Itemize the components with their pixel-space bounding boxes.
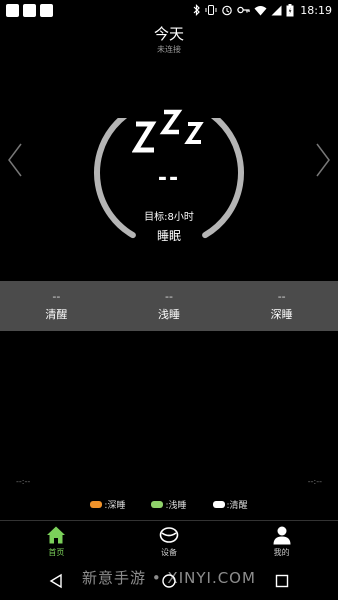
tab-device[interactable]: 设备 — [113, 521, 226, 562]
notification-icon — [40, 3, 53, 17]
wifi-icon — [254, 5, 267, 15]
back-icon[interactable] — [48, 573, 64, 589]
stat-label: 浅睡 — [158, 308, 180, 321]
notification-icons — [6, 3, 53, 17]
page-title[interactable]: 今天 — [0, 24, 338, 44]
stat-value: -- — [165, 290, 173, 303]
tab-home[interactable]: 首页 — [0, 521, 113, 562]
profile-icon — [273, 526, 291, 545]
legend-label: :深睡 — [104, 501, 126, 511]
notification-icon — [23, 3, 36, 17]
sleep-stats-band: -- 清醒 -- 浅睡 -- 深睡 — [0, 281, 338, 331]
stat-label: 深睡 — [270, 308, 293, 321]
cellular-icon — [271, 5, 282, 15]
sleep-zzz-icon — [132, 109, 204, 153]
sleep-target: 目标:8小时 — [144, 212, 194, 223]
stat-value: -- — [277, 290, 286, 303]
stat-value: -- — [52, 290, 61, 303]
legend-label: :清醒 — [226, 501, 248, 511]
tab-profile[interactable]: 我的 — [225, 521, 338, 562]
legend-deep-sleep: :深睡 — [90, 498, 125, 511]
bluetooth-icon — [193, 4, 201, 16]
legend-label: :浅睡 — [165, 501, 187, 511]
key-icon — [237, 6, 250, 14]
home-circle-icon[interactable] — [161, 573, 177, 589]
stat-deep-sleep: -- 深睡 — [225, 281, 338, 331]
clock: 18:19 — [300, 3, 332, 17]
sleep-label: 睡眠 — [156, 229, 181, 243]
connection-status: 未连接 — [157, 45, 181, 54]
stat-awake: -- 清醒 — [0, 281, 113, 331]
recents-icon[interactable] — [274, 573, 290, 589]
tab-label: 我的 — [273, 548, 290, 557]
tab-label: 设备 — [161, 548, 177, 557]
page-header: 今天 未连接 — [0, 24, 338, 56]
tab-label: 首页 — [48, 548, 65, 557]
notification-icon — [6, 3, 19, 17]
legend-swatch — [151, 501, 164, 508]
sleep-duration-value: -- — [157, 166, 181, 191]
sleep-legend: :深睡 :浅睡 :清醒 — [0, 498, 338, 511]
device-icon — [159, 527, 179, 543]
battery-icon — [286, 3, 294, 16]
legend-light-sleep: :浅睡 — [151, 498, 187, 511]
system-nav-bar — [0, 562, 338, 600]
status-bar: 18:19 — [0, 0, 338, 20]
legend-swatch — [212, 501, 225, 508]
legend-swatch — [90, 501, 103, 508]
chart-end-time: --:-- — [307, 477, 322, 486]
vibrate-icon — [205, 5, 217, 15]
chart-start-time: --:-- — [16, 477, 31, 486]
stat-light-sleep: -- 浅睡 — [113, 281, 226, 331]
legend-awake: :清醒 — [212, 498, 248, 511]
home-icon — [47, 526, 66, 544]
bottom-tab-bar: 首页 设备 我的 — [0, 520, 338, 562]
stat-label: 清醒 — [45, 308, 68, 321]
alarm-icon — [222, 5, 233, 16]
